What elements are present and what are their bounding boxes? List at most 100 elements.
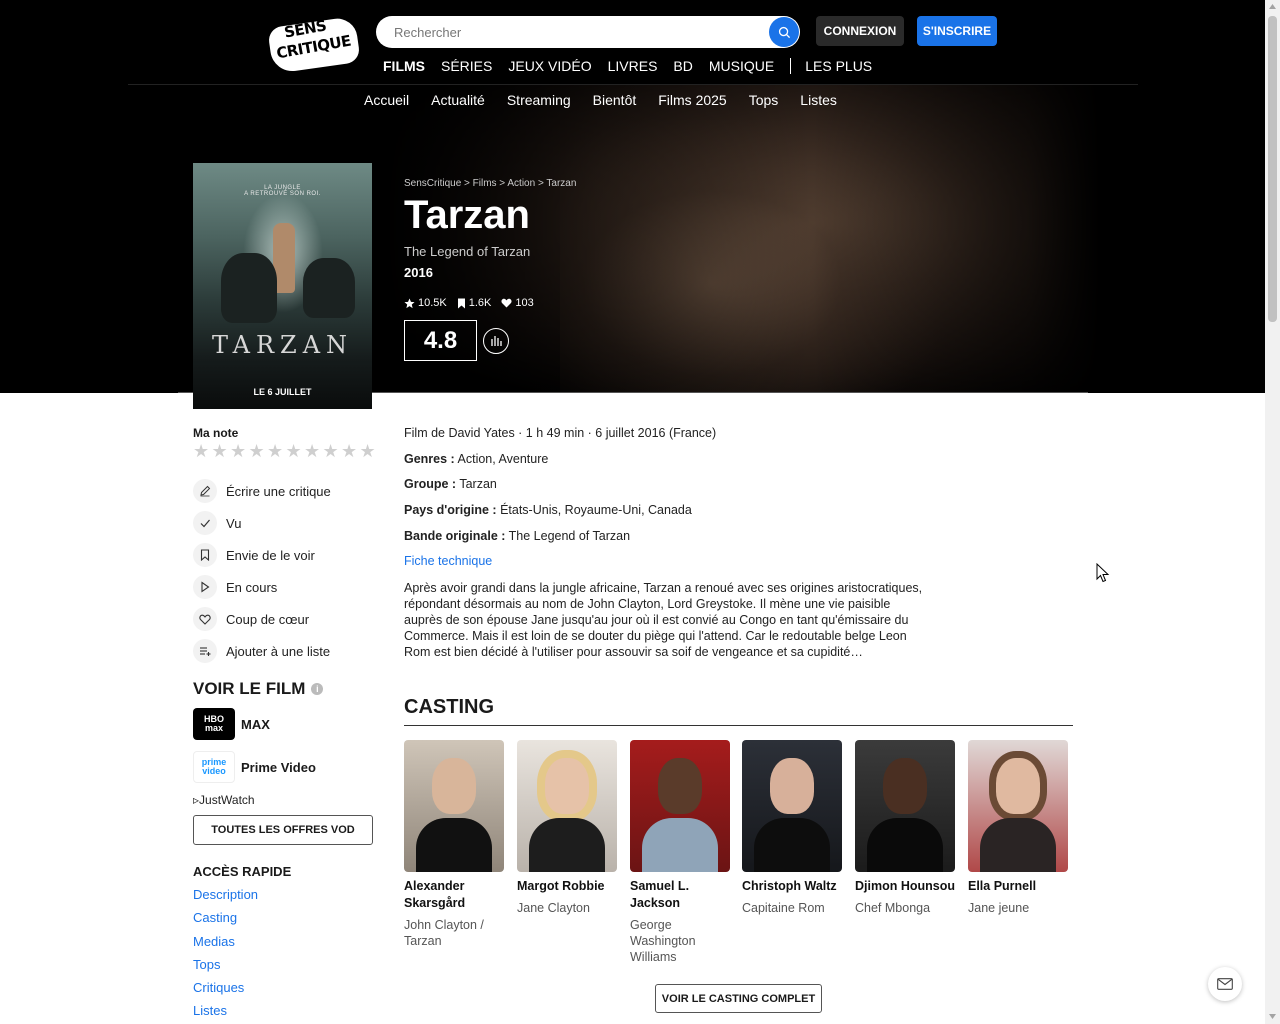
cast-card[interactable]: Margot Robbie Jane Clayton: [517, 740, 617, 916]
release-year: 2016: [404, 265, 433, 280]
cast-card[interactable]: Alexander Skarsgård John Clayton / Tarza…: [404, 740, 504, 949]
genres-value[interactable]: Action, Aventure: [458, 452, 549, 466]
provider-name: Prime Video: [241, 759, 316, 775]
film-title: Tarzan: [404, 193, 530, 237]
action-want-to-see[interactable]: Envie de le voir: [193, 539, 331, 571]
quick-link-description[interactable]: Description: [193, 887, 258, 910]
quick-link-casting[interactable]: Casting: [193, 910, 258, 933]
nav-books[interactable]: LIVRES: [608, 58, 658, 74]
film-poster[interactable]: LA JUNGLE A RETROUVÉ SON ROI. TARZAN LE …: [193, 163, 372, 409]
subnav-upcoming[interactable]: Bientôt: [593, 92, 637, 110]
contact-button[interactable]: [1208, 967, 1242, 1001]
provider-max[interactable]: HBO max MAX: [193, 708, 270, 740]
cast-name: Samuel L. Jackson: [630, 879, 690, 910]
cast-photo-suit: [754, 818, 830, 872]
quick-access-list: Description Casting Medias Tops Critique…: [193, 887, 258, 1024]
rating-star-10[interactable]: ★: [360, 441, 378, 462]
cast-photo-face: [658, 758, 702, 814]
poster-gorilla-right: [303, 258, 355, 318]
bookmark-icon: [193, 543, 217, 567]
subnav-films-2025[interactable]: Films 2025: [658, 92, 726, 110]
quick-link-medias[interactable]: Medias: [193, 934, 258, 957]
cast-photo-suit: [416, 818, 492, 872]
subnav-streaming[interactable]: Streaming: [507, 92, 571, 110]
nav-video-games[interactable]: JEUX VIDÉO: [508, 58, 591, 74]
login-button[interactable]: CONNEXION: [816, 16, 904, 46]
rating-stats-button[interactable]: [483, 328, 509, 354]
rating-star-6[interactable]: ★: [286, 441, 304, 462]
synopsis: Après avoir grandi dans la jungle africa…: [404, 581, 923, 659]
user-actions: Écrire une critique Vu Envie de le voir …: [193, 475, 331, 667]
pencil-icon: [193, 479, 217, 503]
countries-row: Pays d'origine : États-Unis, Royaume-Uni…: [404, 503, 692, 517]
hbo-max-logo-line2: max: [204, 723, 223, 733]
quick-link-reviews[interactable]: Critiques: [193, 980, 258, 1003]
nav-more[interactable]: LES PLUS: [805, 58, 872, 74]
all-vod-offers-button[interactable]: TOUTES LES OFFRES VOD: [193, 815, 373, 845]
cast-card[interactable]: Samuel L. Jackson George Washington Will…: [630, 740, 730, 965]
action-favorite[interactable]: Coup de cœur: [193, 603, 331, 635]
technical-sheet-link[interactable]: Fiche technique: [404, 554, 492, 568]
scroll-up-arrow-icon[interactable]: [1268, 2, 1277, 11]
search-button[interactable]: [769, 17, 799, 47]
rating-star-4[interactable]: ★: [249, 441, 267, 462]
info-icon[interactable]: i: [311, 683, 324, 695]
signup-button[interactable]: S'INSCRIRE: [917, 16, 997, 46]
nav-films[interactable]: FILMS: [383, 58, 425, 74]
cast-card[interactable]: Christoph Waltz Capitaine Rom: [742, 740, 842, 916]
subnav-news[interactable]: Actualité: [431, 92, 485, 110]
justwatch-logo[interactable]: ▹JustWatch: [193, 793, 255, 807]
cast-name: Margot Robbie: [517, 879, 605, 893]
rating-star-7[interactable]: ★: [304, 441, 322, 462]
group-value[interactable]: Tarzan: [459, 477, 497, 491]
rating-star-3[interactable]: ★: [230, 441, 248, 462]
rating-star-2[interactable]: ★: [212, 441, 230, 462]
nav-music[interactable]: MUSIQUE: [709, 58, 774, 74]
full-casting-button[interactable]: VOIR LE CASTING COMPLET: [655, 984, 822, 1013]
cast-photo: [630, 740, 730, 872]
cast-name: Ella Purnell: [968, 879, 1037, 893]
subnav-tops[interactable]: Tops: [749, 92, 779, 110]
breadcrumb[interactable]: SensCritique > Films > Action > Tarzan: [404, 178, 576, 189]
nav-comics[interactable]: BD: [673, 58, 692, 74]
poster-tagline: LA JUNGLE A RETROUVÉ SON ROI.: [193, 185, 372, 197]
ratings-count-value: 10.5K: [418, 297, 447, 309]
bookmark-icon: [457, 298, 465, 308]
cast-role: John Clayton / Tarzan: [404, 918, 484, 948]
group-label: Groupe :: [404, 477, 457, 491]
rating-star-8[interactable]: ★: [323, 441, 341, 462]
vertical-scrollbar[interactable]: [1265, 0, 1280, 1024]
subnav-divider: [128, 84, 1138, 85]
sub-nav: Accueil Actualité Streaming Bientôt Film…: [364, 92, 859, 110]
rating-star-1[interactable]: ★: [193, 441, 211, 462]
cast-card[interactable]: Djimon Hounsou Chef Mbonga: [855, 740, 955, 916]
wishlist-count: 1.6K: [457, 297, 491, 309]
provider-prime-video[interactable]: prime video Prime Video: [193, 751, 316, 783]
search-input[interactable]: [394, 16, 764, 48]
cast-photo-face: [996, 758, 1040, 814]
action-write-review[interactable]: Écrire une critique: [193, 475, 331, 507]
soundtrack-value[interactable]: The Legend of Tarzan: [509, 529, 630, 543]
quick-link-lists[interactable]: Listes: [193, 1003, 258, 1024]
cast-card[interactable]: Ella Purnell Jane jeune: [968, 740, 1068, 916]
subnav-lists[interactable]: Listes: [800, 92, 837, 110]
poster-gorilla-left: [221, 253, 277, 323]
nav-series[interactable]: SÉRIES: [441, 58, 492, 74]
action-seen[interactable]: Vu: [193, 507, 331, 539]
cast-role: Chef Mbonga: [855, 901, 931, 915]
subnav-home[interactable]: Accueil: [364, 92, 409, 110]
quick-link-tops[interactable]: Tops: [193, 957, 258, 980]
scroll-down-arrow-icon[interactable]: [1268, 1012, 1277, 1021]
cast-role: Jane jeune: [968, 901, 1030, 915]
main-nav: FILMS SÉRIES JEUX VIDÉO LIVRES BD MUSIQU…: [383, 57, 888, 75]
action-add-to-list[interactable]: Ajouter à une liste: [193, 635, 331, 667]
senscritique-logo[interactable]: SENS CRITIQUE: [267, 16, 361, 74]
cast-photo: [404, 740, 504, 872]
action-in-progress[interactable]: En cours: [193, 571, 331, 603]
quick-access-title: ACCÈS RAPIDE: [193, 864, 292, 879]
hbo-max-logo: HBO max: [193, 708, 235, 740]
scrollbar-thumb[interactable]: [1268, 16, 1277, 322]
rating-star-5[interactable]: ★: [267, 441, 285, 462]
rating-star-9[interactable]: ★: [341, 441, 359, 462]
bar-chart-icon: [491, 336, 502, 346]
